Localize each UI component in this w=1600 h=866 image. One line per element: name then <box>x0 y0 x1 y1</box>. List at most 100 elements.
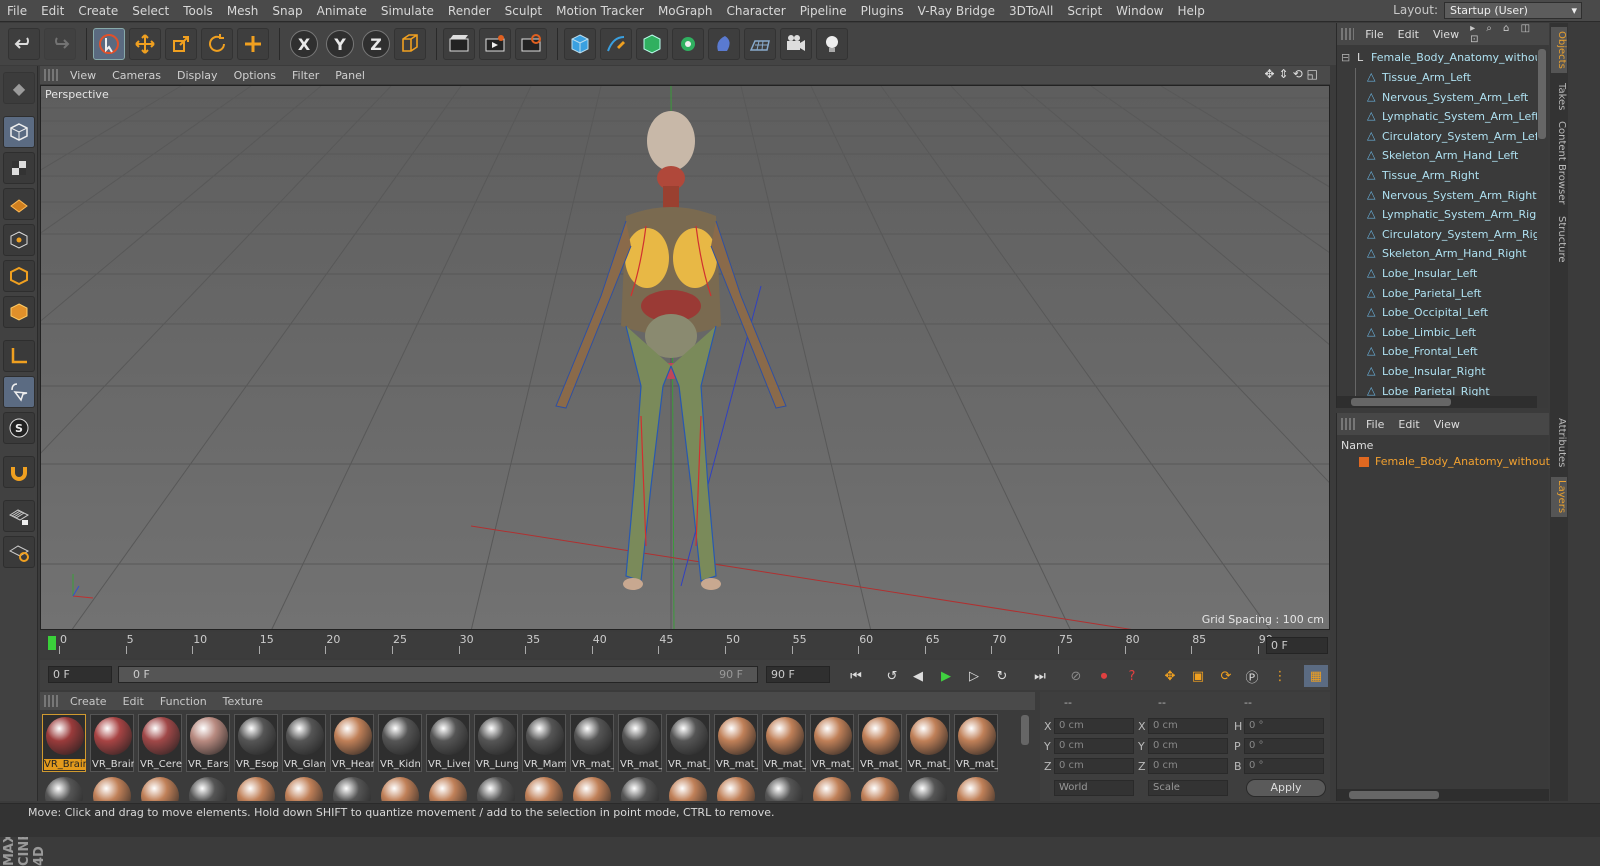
recent-tool-icon[interactable] <box>237 28 269 60</box>
material-preview-ball[interactable] <box>429 777 467 801</box>
object-row[interactable]: △ Tissue_Arm_Right <box>1337 166 1537 186</box>
objects-menu-view[interactable]: View <box>1426 28 1466 41</box>
cloner-icon[interactable] <box>672 28 704 60</box>
position-y-field[interactable]: 0 cm <box>1054 738 1134 754</box>
layers-menu-view[interactable]: View <box>1427 418 1467 431</box>
material-swatch[interactable]: VR_mat_ <box>666 714 710 772</box>
material-swatch[interactable]: VR_Hear <box>330 714 374 772</box>
autokey-icon[interactable]: ⏺ <box>1092 665 1116 687</box>
floor-icon[interactable] <box>744 28 776 60</box>
size-y-field[interactable]: 0 cm <box>1148 738 1228 754</box>
live-select-icon[interactable] <box>93 28 125 60</box>
material-swatch[interactable]: VR_mat_ <box>906 714 950 772</box>
panel-grip-icon[interactable] <box>44 695 58 707</box>
tweak-mode-icon[interactable] <box>3 376 35 408</box>
object-row[interactable]: △ Nervous_System_Arm_Right <box>1337 185 1537 206</box>
z-axis-lock[interactable]: Z <box>362 30 390 58</box>
material-swatch[interactable]: VR_mat_ <box>618 714 662 772</box>
menu-pipeline[interactable]: Pipeline <box>793 4 854 18</box>
layer-row[interactable]: Female_Body_Anatomy_without_M <box>1337 453 1565 471</box>
menu-character[interactable]: Character <box>719 4 792 18</box>
material-preview-ball[interactable] <box>765 777 803 801</box>
pen-icon[interactable] <box>600 28 632 60</box>
material-swatch[interactable]: VR_mat_ <box>570 714 614 772</box>
menu-window[interactable]: Window <box>1109 4 1170 18</box>
x-axis-lock[interactable]: X <box>290 30 318 58</box>
menu-edit[interactable]: Edit <box>34 4 71 18</box>
collapse-icon[interactable]: ⊟ <box>1341 51 1350 64</box>
viewport-menu-cameras[interactable]: Cameras <box>104 69 169 82</box>
rotation-h-field[interactable]: 0 ° <box>1244 718 1324 734</box>
layer-hscrollbar[interactable] <box>1337 789 1549 801</box>
object-row-root[interactable]: ⊟ L Female_Body_Anatomy_without <box>1337 48 1537 68</box>
magnet-icon[interactable] <box>3 456 35 488</box>
make-editable-icon[interactable]: ◆ <box>3 72 35 104</box>
key-scale-icon[interactable]: ▣ <box>1186 665 1210 687</box>
y-axis-lock[interactable]: Y <box>326 30 354 58</box>
end-frame-field[interactable]: 90 F <box>766 666 830 683</box>
object-row[interactable]: △ Lobe_Parietal_Left <box>1337 283 1537 304</box>
menu-mograph[interactable]: MoGraph <box>651 4 720 18</box>
object-row[interactable]: △ Lymphatic_System_Arm_Left <box>1337 107 1537 128</box>
tab-layers[interactable]: Layers <box>1551 477 1567 517</box>
record-keys-icon[interactable]: ⊘ <box>1064 665 1088 687</box>
material-swatch[interactable]: VR_Mam <box>522 714 566 772</box>
rotation-p-field[interactable]: 0 ° <box>1244 738 1324 754</box>
tab-attributes[interactable]: Attributes <box>1551 415 1567 471</box>
panel-grip-icon[interactable] <box>1341 418 1355 430</box>
tab-objects[interactable]: Objects <box>1551 27 1567 73</box>
rotate-icon[interactable] <box>201 28 233 60</box>
object-row[interactable]: △ Nervous_System_Arm_Left <box>1337 87 1537 108</box>
points-mode-icon[interactable] <box>3 224 35 256</box>
viewport-menu-options[interactable]: Options <box>226 69 284 82</box>
menu-tools[interactable]: Tools <box>176 4 220 18</box>
size-z-field[interactable]: 0 cm <box>1148 758 1228 774</box>
menu-create[interactable]: Create <box>71 4 125 18</box>
material-preview-ball[interactable] <box>669 777 707 801</box>
position-z-field[interactable]: 0 cm <box>1054 758 1134 774</box>
undo-icon[interactable] <box>8 28 40 60</box>
objects-menu-edit[interactable]: Edit <box>1391 28 1426 41</box>
menu-animate[interactable]: Animate <box>310 4 374 18</box>
menu-3dtoall[interactable]: 3DToAll <box>1002 4 1060 18</box>
viewport-menu-view[interactable]: View <box>62 69 104 82</box>
menu-file[interactable]: File <box>0 4 34 18</box>
scale-icon[interactable] <box>165 28 197 60</box>
subdivision-icon[interactable] <box>636 28 668 60</box>
material-swatch[interactable]: VR_mat_ <box>954 714 998 772</box>
key-parameter-icon[interactable]: Ⓟ <box>1240 665 1264 687</box>
material-menu-texture[interactable]: Texture <box>215 695 271 708</box>
lock-workplane-icon[interactable] <box>3 500 35 532</box>
start-frame-field[interactable]: 0 F <box>48 666 112 683</box>
key-position-icon[interactable]: ✥ <box>1158 665 1182 687</box>
material-preview-ball[interactable] <box>93 777 131 801</box>
go-to-end-icon[interactable]: ⏭ <box>1028 665 1052 687</box>
menu-plugins[interactable]: Plugins <box>854 4 911 18</box>
panel-grip-icon[interactable] <box>44 69 58 81</box>
menu-snap[interactable]: Snap <box>265 4 309 18</box>
material-preview-ball[interactable] <box>861 777 899 801</box>
coordinate-mode-select[interactable]: World <box>1054 780 1134 796</box>
cube-icon[interactable] <box>564 28 596 60</box>
tab-content-browser[interactable]: Content Browser <box>1551 121 1567 205</box>
material-preview-ball[interactable] <box>141 777 179 801</box>
render-picture-viewer-icon[interactable] <box>479 28 511 60</box>
material-preview-ball[interactable] <box>189 777 227 801</box>
object-row[interactable]: △ Skeleton_Arm_Hand_Left <box>1337 146 1537 167</box>
object-row[interactable]: △ Lobe_Insular_Right <box>1337 362 1537 382</box>
material-swatch[interactable]: VR_Kidn <box>378 714 422 772</box>
edges-mode-icon[interactable] <box>3 260 35 292</box>
object-row[interactable]: △ Lobe_Frontal_Left <box>1337 342 1537 363</box>
viewport-navigation-icons[interactable]: ✥⇕⟲◱ <box>1264 67 1322 81</box>
material-menu-function[interactable]: Function <box>152 695 215 708</box>
menu-script[interactable]: Script <box>1060 4 1109 18</box>
object-row[interactable]: △ Lobe_Limbic_Left <box>1337 322 1537 343</box>
object-row[interactable]: △ Circulatory_System_Arm_Left <box>1337 126 1537 147</box>
object-row[interactable]: △ Circulatory_System_Arm_Right <box>1337 224 1537 245</box>
material-preview-ball[interactable] <box>621 777 659 801</box>
material-preview-ball[interactable] <box>813 777 851 801</box>
key-pla-icon[interactable]: ⋮ <box>1268 665 1292 687</box>
material-menu-edit[interactable]: Edit <box>115 695 152 708</box>
play-icon[interactable]: ▶ <box>934 665 958 687</box>
light-icon[interactable] <box>816 28 848 60</box>
